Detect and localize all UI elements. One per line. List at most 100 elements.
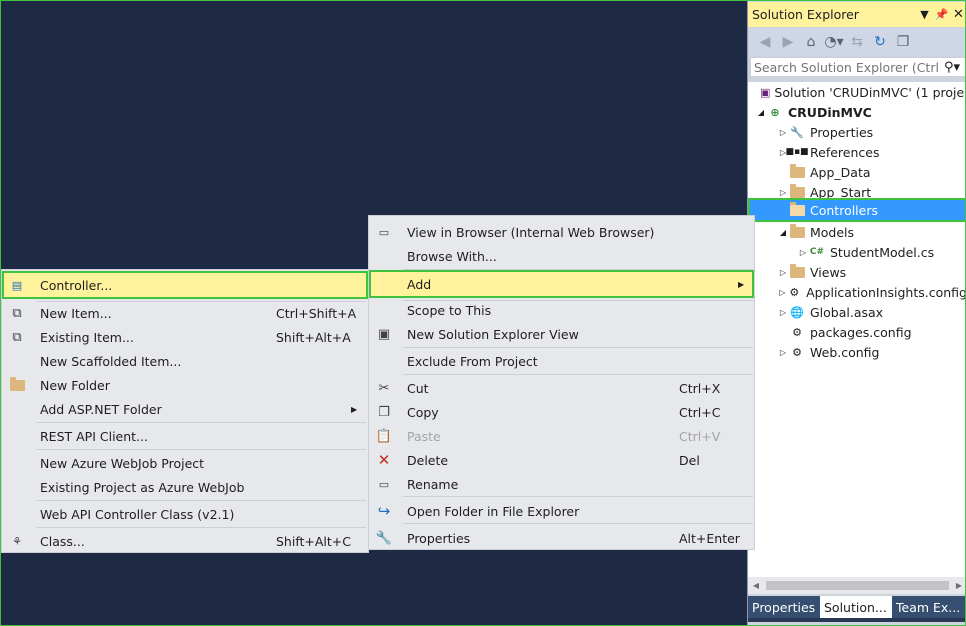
- collapsed-arrow-icon[interactable]: ▷: [778, 282, 787, 302]
- forward-icon[interactable]: ▶: [777, 31, 799, 53]
- tab-properties[interactable]: Properties: [748, 596, 820, 618]
- solution-tree: ▣ Solution 'CRUDinMVC' (1 projec ◢ ⊕ CRU…: [748, 82, 966, 577]
- tab-team-explorer[interactable]: Team Ex...: [892, 596, 966, 618]
- menu-item-cut[interactable]: ✂ Cut Ctrl+X: [369, 376, 754, 400]
- tree-item-app-data[interactable]: App_Data: [748, 162, 966, 182]
- solution-explorer-panel: Solution Explorer ▼ 📌 ✕ ◀ ▶ ⌂ ◔▾ ⇆ ↻ ❐ ⚲…: [747, 0, 966, 626]
- menu-separator: [36, 449, 366, 450]
- menu-item-add[interactable]: Add ▶: [369, 270, 754, 298]
- scroll-right-icon[interactable]: ▶: [951, 581, 966, 590]
- menu-item-label: New Azure WebJob Project: [40, 455, 205, 471]
- solution-explorer-title: Solution Explorer: [752, 7, 859, 22]
- back-icon[interactable]: ◀: [754, 31, 776, 53]
- expanded-arrow-icon[interactable]: ◢: [778, 222, 788, 242]
- pin-icon[interactable]: 📌: [933, 5, 950, 25]
- menu-item-scope-to-this[interactable]: Scope to This: [369, 298, 754, 322]
- menu-item-view-in-browser[interactable]: ▭ View in Browser (Internal Web Browser): [369, 220, 754, 244]
- tree-item-web-config[interactable]: ▷ ⚙ Web.config: [748, 342, 966, 362]
- menu-item-copy[interactable]: ❐ Copy Ctrl+C: [369, 400, 754, 424]
- scrollbar-thumb[interactable]: [766, 581, 949, 590]
- menu-item-controller[interactable]: ▤ Controller...: [2, 271, 368, 299]
- tree-item-label: Properties: [810, 124, 874, 140]
- menu-item-open-folder-in-file-explorer[interactable]: ↪ Open Folder in File Explorer: [369, 499, 754, 523]
- menu-item-paste[interactable]: 📋 Paste Ctrl+V: [369, 424, 754, 448]
- pending-changes-filter-icon[interactable]: ◔▾: [823, 31, 845, 53]
- menu-item-new-solution-explorer-view[interactable]: ▣ New Solution Explorer View: [369, 322, 754, 346]
- existing-item-icon: ⧉: [12, 329, 22, 345]
- tree-item-label: StudentModel.cs: [830, 244, 935, 260]
- menu-separator: [403, 523, 753, 524]
- tree-item-packages-config[interactable]: ⚙ packages.config: [748, 322, 966, 342]
- sync-with-document-icon[interactable]: ⇆: [846, 31, 868, 53]
- home-icon[interactable]: ⌂: [800, 31, 822, 53]
- collapsed-arrow-icon[interactable]: ▷: [778, 342, 788, 362]
- menu-item-properties[interactable]: 🔧 Properties Alt+Enter: [369, 526, 754, 550]
- config-file-icon: ⚙: [792, 345, 802, 359]
- solution-explorer-search[interactable]: ⚲▾: [750, 57, 966, 77]
- search-icon[interactable]: ⚲▾: [939, 60, 965, 75]
- collapsed-arrow-icon[interactable]: ▷: [798, 242, 808, 262]
- menu-separator: [36, 527, 366, 528]
- menu-item-new-item[interactable]: ⧉ New Item... Ctrl+Shift+A: [2, 301, 368, 325]
- menu-item-shortcut: Ctrl+Shift+A: [276, 305, 357, 321]
- search-input[interactable]: [754, 59, 939, 75]
- menu-item-label: Cut: [407, 380, 429, 396]
- folder-icon: [788, 223, 806, 240]
- window-position-dropdown-icon[interactable]: ▼: [916, 5, 933, 25]
- menu-item-rename[interactable]: ▭ Rename: [369, 472, 754, 496]
- menu-item-label: Existing Item...: [40, 329, 134, 345]
- config-file-icon: ⚙: [789, 285, 800, 299]
- menu-item-shortcut: Del: [679, 452, 700, 468]
- menu-item-rest-api-client[interactable]: REST API Client...: [2, 424, 368, 448]
- tree-item-applicationinsights-config[interactable]: ▷ ⚙ ApplicationInsights.config: [748, 282, 966, 302]
- menu-item-web-api-controller-class[interactable]: Web API Controller Class (v2.1): [2, 502, 368, 526]
- collapsed-arrow-icon[interactable]: ▷: [778, 262, 788, 282]
- collapsed-arrow-icon[interactable]: ▷: [778, 122, 788, 142]
- submenu-arrow-icon: ▶: [351, 404, 358, 414]
- menu-item-new-azure-webjob-project[interactable]: New Azure WebJob Project: [2, 451, 368, 475]
- tree-item-student-model[interactable]: ▷ C# StudentModel.cs: [748, 242, 966, 262]
- folder-icon: [788, 201, 806, 218]
- tree-item-label: Controllers: [810, 202, 878, 218]
- tree-item-views[interactable]: ▷ Views: [748, 262, 966, 282]
- collapsed-arrow-icon[interactable]: ▷: [778, 302, 788, 322]
- menu-separator: [403, 374, 753, 375]
- scroll-left-icon[interactable]: ◀: [748, 581, 764, 590]
- menu-item-add-aspnet-folder[interactable]: Add ASP.NET Folder ▶: [2, 397, 368, 421]
- expanded-arrow-icon[interactable]: ◢: [756, 102, 766, 122]
- menu-item-existing-project-as-azure-webjob[interactable]: Existing Project as Azure WebJob: [2, 475, 368, 499]
- solution-explorer-toolbar: ◀ ▶ ⌂ ◔▾ ⇆ ↻ ❐: [748, 28, 966, 55]
- tab-solution-explorer[interactable]: Solution...: [820, 596, 892, 618]
- menu-item-label: New Item...: [40, 305, 112, 321]
- tree-item-solution[interactable]: ▣ Solution 'CRUDinMVC' (1 projec: [748, 82, 966, 102]
- tree-item-label: ApplicationInsights.config: [806, 284, 966, 300]
- tree-item-global-asax[interactable]: ▷ 🌐 Global.asax: [748, 302, 966, 322]
- tree-item-label: References: [810, 144, 880, 160]
- tree-item-models[interactable]: ◢ Models: [748, 222, 966, 242]
- delete-icon: ✕: [377, 451, 391, 469]
- menu-item-label: New Scaffolded Item...: [40, 353, 182, 369]
- menu-item-label: Copy: [407, 404, 439, 420]
- close-icon[interactable]: ✕: [950, 5, 966, 25]
- tree-item-references[interactable]: ▷ ■▪■ References: [748, 142, 966, 162]
- menu-item-label: Scope to This: [407, 302, 492, 318]
- refresh-icon[interactable]: ↻: [869, 31, 891, 53]
- menu-item-browse-with[interactable]: Browse With...: [369, 244, 754, 268]
- csharp-file-icon: C#: [809, 247, 825, 257]
- tree-item-label: CRUDinMVC: [788, 104, 872, 120]
- tree-item-properties[interactable]: ▷ 🔧 Properties: [748, 122, 966, 142]
- tree-item-controllers[interactable]: Controllers: [748, 198, 966, 222]
- menu-item-new-scaffolded-item[interactable]: New Scaffolded Item...: [2, 349, 368, 373]
- menu-item-delete[interactable]: ✕ Delete Del: [369, 448, 754, 472]
- panel-tabs: Properties Solution... Team Ex...: [748, 596, 966, 622]
- menu-item-new-folder[interactable]: New Folder: [2, 373, 368, 397]
- tree-item-label: Models: [810, 224, 855, 240]
- menu-item-exclude-from-project[interactable]: Exclude From Project: [369, 349, 754, 373]
- tree-item-project[interactable]: ◢ ⊕ CRUDinMVC: [748, 102, 966, 122]
- horizontal-scrollbar[interactable]: ◀ ▶: [748, 577, 966, 594]
- new-item-icon: ⧉: [12, 305, 22, 321]
- menu-item-existing-item[interactable]: ⧉ Existing Item... Shift+Alt+A: [2, 325, 368, 349]
- collapse-all-icon[interactable]: ❐: [892, 31, 914, 53]
- tree-item-label: packages.config: [810, 324, 912, 340]
- menu-item-class[interactable]: ⚘ Class... Shift+Alt+C: [2, 529, 368, 553]
